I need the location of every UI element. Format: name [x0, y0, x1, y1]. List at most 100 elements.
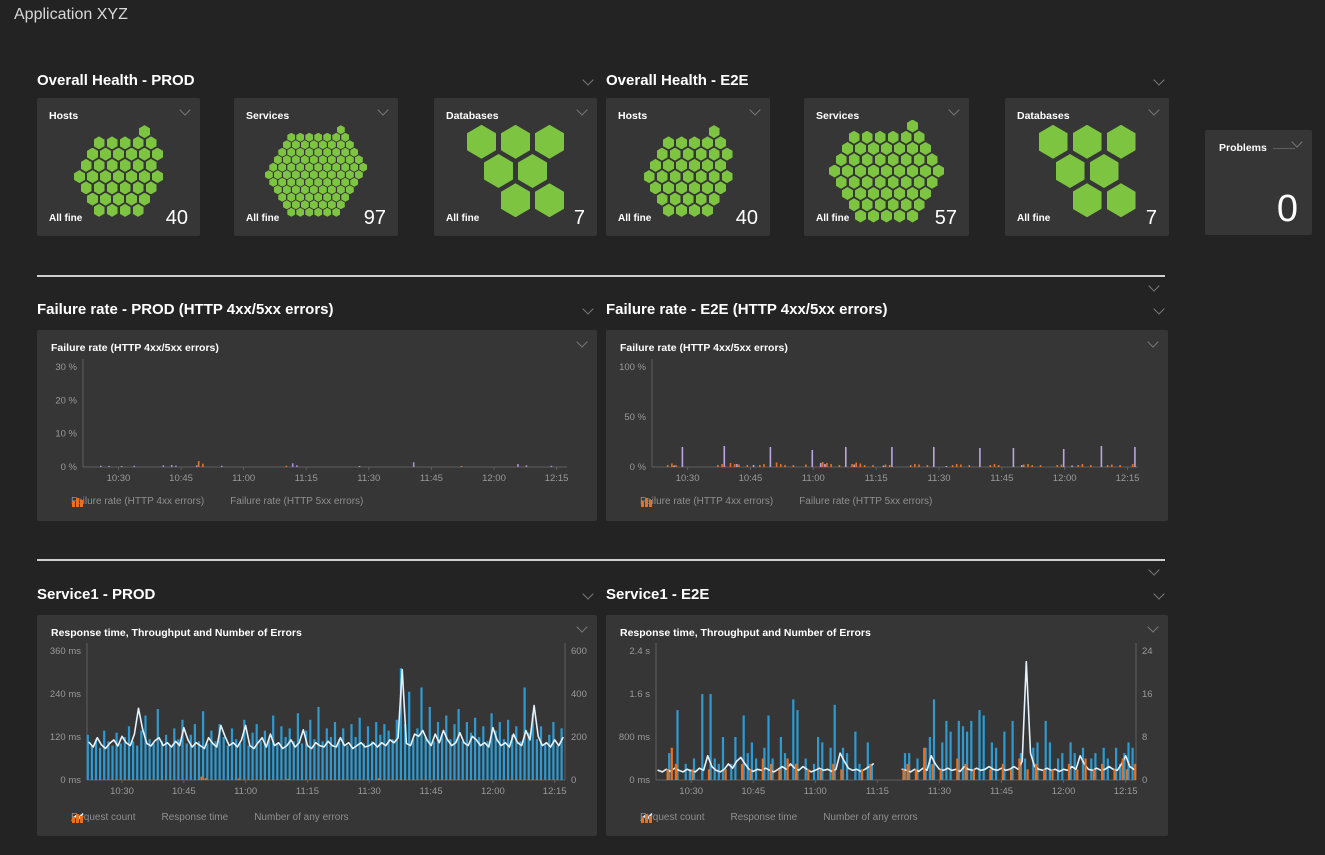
hexagon-healthy[interactable] [120, 204, 131, 217]
hexagon-healthy[interactable] [323, 193, 331, 202]
hexagon-healthy[interactable] [337, 170, 345, 179]
hexagon-healthy[interactable] [676, 204, 687, 217]
hexagon-healthy[interactable] [94, 204, 105, 217]
chevron-down-icon[interactable] [581, 303, 595, 317]
hexagon-healthy[interactable] [914, 131, 925, 144]
hexagon-healthy[interactable] [310, 170, 318, 179]
hexagon-healthy[interactable] [100, 170, 111, 183]
hexagon-healthy[interactable] [676, 159, 687, 172]
chevron-down-icon[interactable] [1147, 280, 1161, 294]
hexagon-healthy[interactable] [332, 193, 340, 202]
hexagon-healthy[interactable] [292, 200, 300, 209]
hexagon-healthy[interactable] [663, 181, 674, 194]
hexagon-healthy[interactable] [920, 165, 931, 178]
hexagon-healthy[interactable] [484, 154, 513, 188]
hexagon-healthy[interactable] [305, 178, 313, 187]
hexagon-healthy[interactable] [332, 163, 340, 172]
hexagon-healthy[interactable] [829, 165, 840, 178]
hexagon-healthy[interactable] [842, 142, 853, 155]
hexagon-healthy[interactable] [305, 208, 313, 217]
hexagon-healthy[interactable] [914, 153, 925, 166]
hexagon-healthy[interactable] [274, 155, 282, 164]
legend-item[interactable]: Failure rate (HTTP 4xx errors) [640, 496, 773, 507]
hexagon-healthy[interactable] [676, 136, 687, 149]
hexagon-healthy[interactable] [139, 125, 150, 138]
health-tile-services-e2e[interactable]: Services All fine 57 [804, 98, 969, 236]
hexagon-healthy[interactable] [709, 193, 720, 206]
hexagon-healthy[interactable] [328, 200, 336, 209]
hexagon-healthy[interactable] [107, 136, 118, 149]
hexagon-healthy[interactable] [296, 208, 304, 217]
hexagon-healthy[interactable] [849, 153, 860, 166]
hexagon-healthy[interactable] [133, 181, 144, 194]
hexagon-healthy[interactable] [914, 198, 925, 211]
hexagon-healthy[interactable] [842, 165, 853, 178]
legend-item[interactable]: Response time [731, 812, 798, 823]
hexagon-healthy[interactable] [87, 148, 98, 161]
hexagon-healthy[interactable] [319, 140, 327, 149]
hexagon-healthy[interactable] [868, 210, 879, 223]
hexagon-healthy[interactable] [855, 165, 866, 178]
hexagon-healthy[interactable] [1073, 183, 1102, 217]
hexagon-healthy[interactable] [881, 165, 892, 178]
hexagon-healthy[interactable] [332, 133, 340, 142]
hexagon-healthy[interactable] [702, 204, 713, 217]
hexagon-healthy[interactable] [346, 155, 354, 164]
hexagon-healthy[interactable] [715, 181, 726, 194]
problems-tile[interactable]: Problems 0 [1205, 130, 1312, 235]
hexagon-healthy[interactable] [355, 155, 363, 164]
legend-item[interactable]: Number of any errors [254, 812, 348, 823]
hexagon-healthy[interactable] [341, 148, 349, 157]
hexagon-healthy[interactable] [120, 181, 131, 194]
hexagon-healthy[interactable] [126, 170, 137, 183]
hexagon-healthy[interactable] [875, 198, 886, 211]
hexagon-healthy[interactable] [901, 131, 912, 144]
hexagon-healthy[interactable] [292, 140, 300, 149]
hexagon-healthy[interactable] [337, 155, 345, 164]
hexagon-healthy[interactable] [657, 193, 668, 206]
hexagon-healthy[interactable] [305, 133, 313, 142]
hexagon-healthy[interactable] [310, 200, 318, 209]
hexagon-healthy[interactable] [323, 178, 331, 187]
hexagon-healthy[interactable] [855, 210, 866, 223]
hexagon-healthy[interactable] [715, 159, 726, 172]
chart-canvas[interactable]: 0 ms120 ms240 ms360 ms020040060010:3010:… [37, 615, 597, 836]
hexagon-healthy[interactable] [1090, 154, 1119, 188]
hexagon-healthy[interactable] [296, 148, 304, 157]
hexagon-healthy[interactable] [657, 148, 668, 161]
hexagon-healthy[interactable] [350, 148, 358, 157]
hexagon-healthy[interactable] [341, 163, 349, 172]
hexagon-healthy[interactable] [1073, 125, 1102, 159]
hexagon-healthy[interactable] [350, 163, 358, 172]
hexagon-healthy[interactable] [94, 181, 105, 194]
chart-canvas[interactable]: 0 %10 %20 %30 %10:3010:4511:0011:1511:30… [37, 330, 597, 521]
hexagon-healthy[interactable] [875, 131, 886, 144]
hexagon-healthy[interactable] [296, 178, 304, 187]
legend-item[interactable]: Failure rate (HTTP 5xx errors) [799, 496, 932, 507]
hexagon-healthy[interactable] [319, 200, 327, 209]
hexagon-healthy[interactable] [301, 200, 309, 209]
chevron-down-icon[interactable] [1147, 104, 1161, 118]
hexagon-healthy[interactable] [319, 170, 327, 179]
hexagon-healthy[interactable] [927, 176, 938, 189]
chevron-down-icon[interactable] [575, 104, 589, 118]
hexagon-healthy[interactable] [346, 170, 354, 179]
hexagon-healthy[interactable] [120, 159, 131, 172]
hexagon-healthy[interactable] [323, 148, 331, 157]
hexagon-healthy[interactable] [287, 148, 295, 157]
hexagon-healthy[interactable] [287, 133, 295, 142]
hexagon-healthy[interactable] [146, 159, 157, 172]
legend-item[interactable]: Response time [162, 812, 229, 823]
hexagon-healthy[interactable] [301, 185, 309, 194]
hexagon-healthy[interactable] [328, 170, 336, 179]
hexagon-healthy[interactable] [100, 193, 111, 206]
hexagon-healthy[interactable] [881, 142, 892, 155]
hexagon-healthy[interactable] [709, 125, 720, 138]
hexagon-healthy[interactable] [689, 136, 700, 149]
hexagon-healthy[interactable] [836, 176, 847, 189]
hexagon-healthy[interactable] [901, 198, 912, 211]
hexagon-healthy[interactable] [894, 187, 905, 200]
hexagon-healthy[interactable] [689, 204, 700, 217]
hexagon-healthy[interactable] [107, 181, 118, 194]
hexagon-healthy[interactable] [87, 193, 98, 206]
